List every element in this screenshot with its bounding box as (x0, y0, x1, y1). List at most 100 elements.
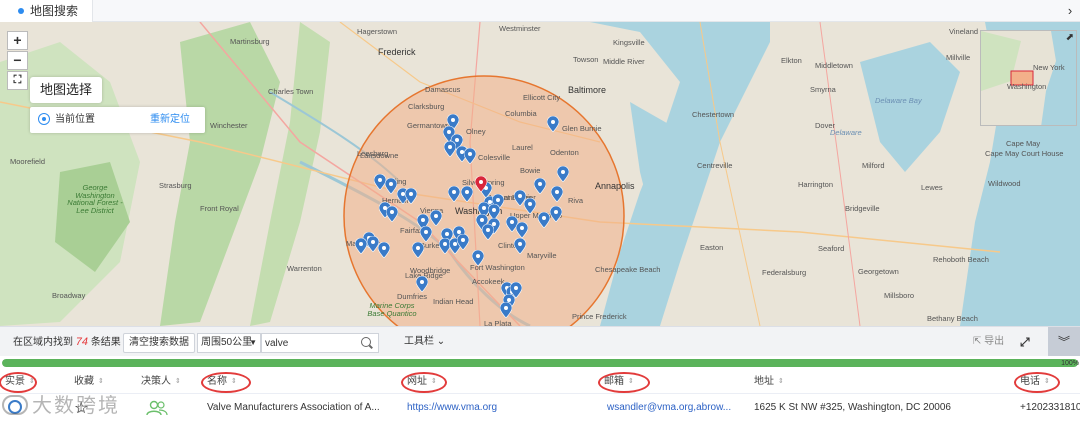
map-place-label: Towson (573, 55, 599, 64)
result-map-pin-icon[interactable] (416, 276, 428, 292)
progress-track (2, 359, 1078, 367)
column-header-dm[interactable]: 决策人 ⇕ (141, 370, 181, 394)
cell-name: Valve Manufacturers Association of A... (207, 402, 380, 413)
chevron-down-icon: ▼ (249, 338, 257, 347)
result-map-pin-icon[interactable] (550, 206, 562, 222)
column-header-label: 收藏 (74, 376, 94, 387)
result-map-pin-icon[interactable] (551, 186, 563, 202)
progress-label: 100% (1061, 360, 1079, 367)
result-map-pin-icon[interactable] (457, 234, 469, 250)
highlight-ellipse (1014, 372, 1060, 393)
map-place-label: Laurel (512, 143, 533, 152)
cell-email[interactable]: wsandler@vma.org,abrow... (607, 394, 747, 421)
map-place-label: Warrenton (287, 264, 322, 273)
result-map-pin-icon[interactable] (385, 178, 397, 194)
progress-fill (2, 359, 1078, 367)
map-place-label: Kingsville (613, 38, 645, 47)
map-place-label: Odenton (550, 148, 579, 157)
clear-search-button[interactable]: 清空搜索数据 (123, 333, 195, 353)
map-place-label: Riva (568, 196, 584, 205)
minimap-base (981, 31, 1076, 125)
map-place-label: Millville (946, 53, 971, 62)
current-location-label: 当前位置 (55, 114, 95, 125)
result-map-pin-icon[interactable] (482, 224, 494, 240)
map-place-label: Delaware (830, 128, 862, 137)
result-map-pin-icon[interactable] (355, 238, 367, 254)
radius-select[interactable]: 周围50公里 ▼ (197, 333, 261, 353)
center-location-pin-icon[interactable] (475, 176, 487, 192)
map-place-label: Maryville (527, 251, 557, 260)
result-map-pin-icon[interactable] (405, 188, 417, 204)
map-place-label: Clarksburg (408, 102, 445, 111)
locate-icon (38, 113, 50, 125)
tab-next-arrow-icon[interactable]: › (1062, 0, 1078, 22)
export-button[interactable]: ⇱ 导出 (973, 327, 1004, 357)
column-header-addr[interactable]: 地址 ⇕ (754, 370, 784, 394)
map-canvas[interactable]: Martinsburg Hagerstown Frederick Westminste… (0, 22, 1080, 326)
result-map-pin-icon[interactable] (412, 242, 424, 258)
result-map-pin-icon[interactable] (557, 166, 569, 182)
result-map-pin-icon[interactable] (472, 250, 484, 266)
result-count: 74 (75, 336, 89, 348)
result-map-pin-icon[interactable] (464, 148, 476, 164)
result-map-pin-icon[interactable] (448, 186, 460, 202)
tab-map-search[interactable]: 地图搜索 (0, 0, 94, 22)
export-label: 导出 (984, 336, 1005, 347)
result-map-pin-icon[interactable] (444, 141, 456, 157)
map-place-label: Strasburg (159, 181, 192, 190)
result-map-pin-icon[interactable] (386, 206, 398, 222)
sort-icon[interactable]: ⇕ (175, 370, 181, 394)
result-map-pin-icon[interactable] (500, 302, 512, 318)
tools-dropdown-button[interactable]: 工具栏 ⌄ (404, 327, 445, 357)
map-place-label: Glen Burnie (562, 124, 602, 133)
result-map-pin-icon[interactable] (534, 178, 546, 194)
relocate-button[interactable]: 重新定位 (150, 107, 190, 133)
tab-title: 地图搜索 (30, 4, 79, 18)
results-table-header: 实景 ⇕ 收藏 ⇕ 决策人 ⇕ 名称 ⇕ 网址 ⇕ 邮箱 ⇕ 地址 ⇕ 电话 ⇕ (0, 370, 1080, 394)
overview-minimap[interactable]: ⬈ New York Washington (980, 30, 1077, 126)
radius-value: 周围50公里 (201, 337, 253, 348)
result-map-pin-icon[interactable] (514, 238, 526, 254)
result-map-pin-icon[interactable] (378, 242, 390, 258)
result-map-pin-icon[interactable] (524, 198, 536, 214)
map-place-label: Wildwood (988, 179, 1021, 188)
map-place-label: Marine Corps Base Quantico (367, 301, 417, 318)
result-map-pin-icon[interactable] (547, 116, 559, 132)
map-place-label: Indian Head (433, 297, 474, 306)
map-place-label: Harrington (798, 180, 834, 189)
map-place-label: George Washington National Forest - Lee … (67, 183, 123, 215)
search-icon[interactable] (361, 337, 371, 347)
map-place-label: Federalsburg (762, 268, 807, 277)
map-place-label: Seaford (818, 244, 845, 253)
map-place-label: Centreville (697, 161, 733, 170)
minimap-expand-icon[interactable]: ⬈ (1066, 32, 1074, 43)
map-place-label: Accokeek (472, 277, 505, 286)
decision-maker-icon[interactable] (146, 400, 168, 416)
highlight-ellipse (401, 372, 447, 393)
result-map-pin-icon[interactable] (430, 210, 442, 226)
map-place-label: Bethany Beach (927, 314, 978, 323)
fit-bounds-icon[interactable]: ⛶ (7, 71, 28, 90)
map-place-label: Bridgeville (845, 204, 880, 213)
zoom-out-button[interactable]: − (7, 51, 28, 70)
map-place-label: Winchester (210, 121, 248, 130)
map-place-label: Charles Town (268, 87, 314, 96)
result-map-pin-icon[interactable] (516, 222, 528, 238)
result-map-pin-icon[interactable] (461, 186, 473, 202)
highlight-ellipse (201, 372, 251, 393)
map-select-label[interactable]: 地图选择 (30, 77, 102, 103)
map-place-label: Westminster (499, 24, 541, 33)
sort-icon[interactable]: ⇕ (778, 370, 784, 394)
collapse-panel-button[interactable]: ︾ (1048, 327, 1080, 357)
table-row[interactable]: ☆ Valve Manufacturers Association of A..… (0, 394, 1080, 421)
cell-website-link[interactable]: https://www.vma.org (407, 394, 557, 421)
result-map-pin-icon[interactable] (538, 212, 550, 228)
result-map-pin-icon[interactable] (420, 226, 432, 242)
zoom-in-button[interactable]: + (7, 31, 28, 50)
map-place-label: Broadway (52, 291, 86, 300)
map-place-label: Delaware Bay (875, 96, 922, 105)
result-prefix: 在区域内找到 (13, 337, 73, 348)
cell-phone: +1202331810 (1020, 402, 1080, 413)
fullscreen-icon[interactable]: ⤢ (1020, 335, 1030, 350)
map-place-label: Elkton (781, 56, 802, 65)
